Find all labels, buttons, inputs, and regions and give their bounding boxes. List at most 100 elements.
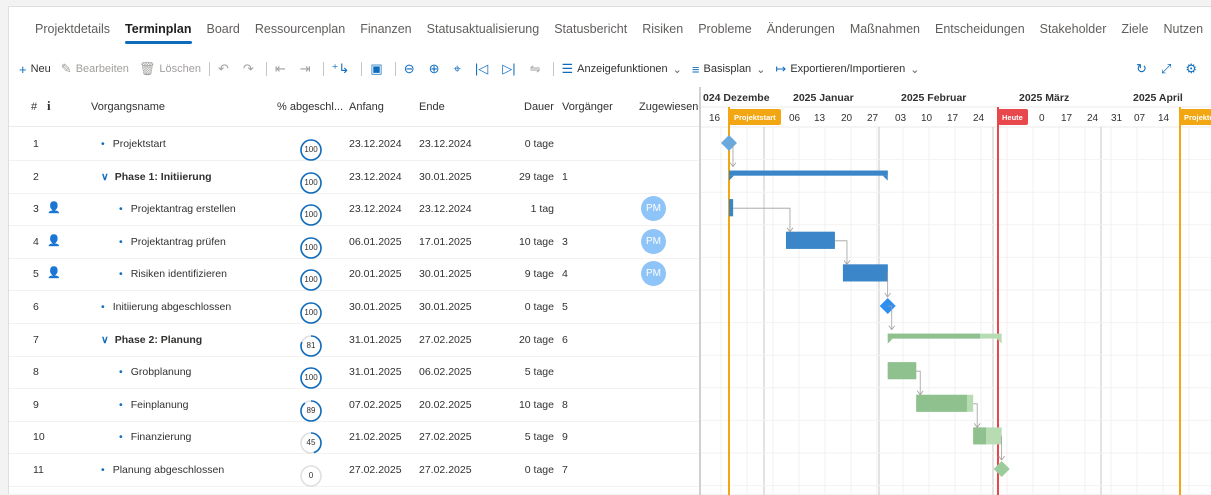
indent-button[interactable]: ⇥ bbox=[300, 61, 315, 77]
col-info[interactable]: i bbox=[47, 98, 51, 114]
tab-terminplan[interactable]: Terminplan bbox=[125, 7, 191, 51]
table-row[interactable]: 10 •Finanzierung 45 21.02.2025 27.02.202… bbox=[9, 421, 699, 454]
chevron-down-icon[interactable]: ∨ bbox=[101, 171, 109, 183]
to-end-icon: ▷| bbox=[502, 61, 515, 77]
export-import-dropdown[interactable]: ↦Exportieren/Importieren⌄ bbox=[775, 61, 919, 77]
start-date: 30.01.2025 bbox=[349, 301, 402, 313]
table-row[interactable]: 2 ∨Phase 1: Initiierung 100 23.12.2024 3… bbox=[9, 161, 699, 194]
bullet-icon: • bbox=[119, 399, 123, 411]
row-number: 3 bbox=[33, 203, 39, 215]
avatar[interactable]: PM bbox=[641, 229, 666, 254]
table-row[interactable]: 8 •Grobplanung 100 31.01.2025 06.02.2025… bbox=[9, 356, 699, 389]
col-predecessors[interactable]: Vorgänger bbox=[562, 101, 613, 113]
dependency-line bbox=[916, 371, 920, 395]
table-row[interactable]: 5 👤 •Risiken identifizieren 100 20.01.20… bbox=[9, 258, 699, 291]
col-pct[interactable]: % abgeschl... bbox=[277, 101, 343, 113]
outdent-button[interactable]: ⇤ bbox=[275, 61, 290, 77]
table-row[interactable]: 9 •Feinplanung 89 07.02.2025 20.02.2025 … bbox=[9, 389, 699, 422]
end-date: 23.12.2024 bbox=[419, 138, 472, 150]
tab-statusbericht[interactable]: Statusbericht bbox=[554, 7, 627, 51]
avatar[interactable]: PM bbox=[641, 261, 666, 286]
end-date: 27.02.2025 bbox=[419, 334, 472, 346]
chevron-down-icon[interactable]: ∨ bbox=[101, 334, 109, 346]
to-start-icon: |◁ bbox=[475, 61, 488, 77]
zoom-in-icon: ⊕ bbox=[429, 61, 440, 77]
tab-stakeholder[interactable]: Stakeholder bbox=[1040, 7, 1107, 51]
task-name[interactable]: •Feinplanung bbox=[119, 399, 188, 411]
export-icon: ↦ bbox=[775, 61, 786, 77]
task-name[interactable]: ∨Phase 1: Initiierung bbox=[101, 171, 212, 183]
row-number: 1 bbox=[33, 138, 39, 150]
task-progress bbox=[888, 362, 916, 379]
end-date: 23.12.2024 bbox=[419, 203, 472, 215]
tab-maßnahmen[interactable]: Maßnahmen bbox=[850, 7, 920, 51]
progress-value: 100 bbox=[299, 243, 323, 252]
tab-ziele[interactable]: Ziele bbox=[1121, 7, 1148, 51]
task-name[interactable]: •Projektantrag erstellen bbox=[119, 203, 236, 215]
baseline-dropdown[interactable]: ≡Basisplan⌄ bbox=[692, 62, 766, 77]
gear-icon[interactable]: ⚙ bbox=[1185, 61, 1197, 77]
month-label: 2025 Februar bbox=[901, 92, 966, 104]
row-number: 2 bbox=[33, 171, 39, 183]
tab-board[interactable]: Board bbox=[207, 7, 240, 51]
task-name[interactable]: •Projektantrag prüfen bbox=[119, 236, 226, 248]
insert-task-button[interactable]: ⁺↳ bbox=[332, 61, 354, 77]
scroll-end-button[interactable]: ▷| bbox=[502, 61, 519, 77]
table-row[interactable]: 7 ∨Phase 2: Planung 81 31.01.2025 27.02.… bbox=[9, 324, 699, 357]
avatar[interactable]: PM bbox=[641, 196, 666, 221]
calendar-button[interactable]: ▣ bbox=[370, 61, 386, 77]
zoom-out-button[interactable]: ⊖ bbox=[404, 61, 419, 77]
tab-änderungen[interactable]: Änderungen bbox=[767, 7, 835, 51]
tab-probleme[interactable]: Probleme bbox=[698, 7, 752, 51]
tab-finanzen[interactable]: Finanzen bbox=[360, 7, 411, 51]
task-name[interactable]: •Projektstart bbox=[101, 138, 166, 150]
bullet-icon: • bbox=[119, 236, 123, 248]
table-row[interactable]: 3 👤 •Projektantrag erstellen 100 23.12.2… bbox=[9, 193, 699, 226]
redo-button[interactable]: ↷ bbox=[243, 61, 258, 77]
table-row[interactable]: 11 •Planung abgeschlossen 0 27.02.2025 2… bbox=[9, 454, 699, 487]
table-row[interactable]: 4 👤 •Projektantrag prüfen 100 06.01.2025… bbox=[9, 226, 699, 259]
task-name[interactable]: •Grobplanung bbox=[119, 366, 191, 378]
col-assigned[interactable]: Zugewiesen bbox=[639, 101, 699, 113]
duration: 0 tage bbox=[499, 301, 554, 313]
task-name[interactable]: •Initiierung abgeschlossen bbox=[101, 301, 231, 313]
col-duration[interactable]: Dauer bbox=[524, 101, 554, 113]
table-row[interactable]: 1 •Projektstart 100 23.12.2024 23.12.202… bbox=[9, 128, 699, 161]
progress-value: 100 bbox=[299, 373, 323, 382]
edit-button[interactable]: ✎Bearbeiten bbox=[61, 61, 129, 77]
tab-entscheidungen[interactable]: Entscheidungen bbox=[935, 7, 1025, 51]
task-progress bbox=[973, 427, 986, 444]
table-row[interactable]: 6 •Initiierung abgeschlossen 100 30.01.2… bbox=[9, 291, 699, 324]
col-end[interactable]: Ende bbox=[419, 101, 445, 113]
task-name[interactable]: ∨Phase 2: Planung bbox=[101, 334, 202, 346]
undo-button[interactable]: ↶ bbox=[218, 61, 233, 77]
link-button[interactable]: ⇋ bbox=[530, 61, 545, 77]
delete-button[interactable]: 🗑Löschen bbox=[139, 61, 201, 77]
task-name[interactable]: •Risiken identifizieren bbox=[119, 268, 227, 280]
fit-button[interactable]: ⌖ bbox=[454, 61, 465, 77]
col-num[interactable]: # bbox=[31, 101, 37, 113]
col-start[interactable]: Anfang bbox=[349, 101, 384, 113]
task-name[interactable]: •Finanzierung bbox=[119, 431, 191, 443]
new-button[interactable]: +Neu bbox=[19, 62, 51, 77]
tab-projektdetails[interactable]: Projektdetails bbox=[35, 7, 110, 51]
scroll-start-button[interactable]: |◁ bbox=[475, 61, 492, 77]
refresh-icon[interactable]: ↻ bbox=[1136, 61, 1147, 77]
fullscreen-icon[interactable]: ⤢ bbox=[1161, 61, 1171, 77]
predecessors: 6 bbox=[562, 334, 568, 346]
col-name[interactable]: Vorgangsname bbox=[91, 101, 165, 113]
day-label: 06 bbox=[789, 113, 801, 124]
tab-ressourcenplan[interactable]: Ressourcenplan bbox=[255, 7, 345, 51]
task-name[interactable]: •Planung abgeschlossen bbox=[101, 464, 224, 476]
display-features-dropdown[interactable]: ☰Anzeigefunktionen⌄ bbox=[562, 61, 682, 77]
day-label: 17 bbox=[947, 113, 959, 124]
pencil-icon: ✎ bbox=[61, 61, 72, 77]
end-date: 30.01.2025 bbox=[419, 301, 472, 313]
tab-nutzen[interactable]: Nutzen bbox=[1163, 7, 1203, 51]
zoom-in-button[interactable]: ⊕ bbox=[429, 61, 444, 77]
progress-value: 45 bbox=[299, 438, 323, 447]
bullet-icon: • bbox=[119, 366, 123, 378]
tab-statusaktualisierung[interactable]: Statusaktualisierung bbox=[427, 7, 540, 51]
tab-risiken[interactable]: Risiken bbox=[642, 7, 683, 51]
person-icon: 👤 bbox=[47, 266, 61, 279]
